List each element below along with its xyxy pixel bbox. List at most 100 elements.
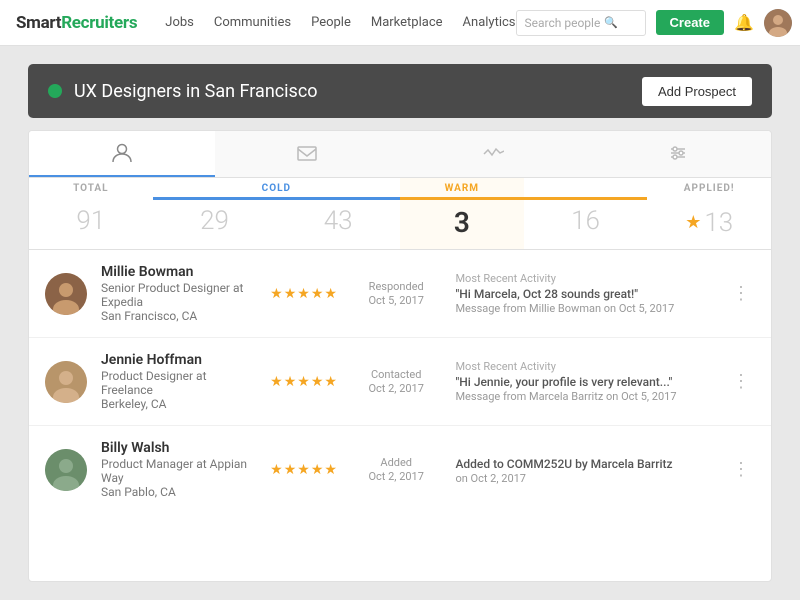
msg-quote: "Hi Marcela, Oct 28 sounds great!" — [455, 287, 714, 301]
notification-icon[interactable]: 🔔 — [734, 13, 754, 32]
star-2: ★ — [284, 286, 297, 302]
search-box[interactable]: Search people 🔍 — [516, 10, 646, 36]
logo-smart: Smart — [16, 13, 61, 33]
job-banner: UX Designers in San Francisco Add Prospe… — [28, 64, 772, 118]
applied-value: 13 — [704, 208, 733, 238]
job-title: UX Designers in San Francisco — [74, 81, 318, 102]
candidate-location: San Francisco, CA — [101, 309, 256, 323]
candidate-list: Millie Bowman Senior Product Designer at… — [29, 250, 771, 581]
candidates-panel: TOTAL COLD WARM APPLIED! 91 29 43 3 16 ★… — [28, 130, 772, 582]
candidate-activity: Added Oct 2, 2017 — [351, 456, 442, 483]
warm-label-active: WARM — [400, 178, 524, 200]
settings-icon — [667, 142, 689, 164]
nav-right: Search people 🔍 Create 🔔 ▼ — [516, 9, 800, 37]
tab-settings[interactable] — [586, 131, 772, 177]
candidate-title: Product Manager at Appian Way — [101, 457, 256, 485]
stats-labels: TOTAL COLD WARM APPLIED! — [29, 178, 771, 200]
msg-label: Most Recent Activity — [455, 272, 714, 285]
star-icon: ★ — [685, 212, 701, 233]
avatar — [45, 361, 87, 403]
candidate-info: Millie Bowman Senior Product Designer at… — [101, 264, 256, 323]
tab-activity[interactable] — [400, 131, 586, 177]
star-4: ★ — [311, 286, 324, 302]
stat-cold-2: 43 — [276, 200, 400, 249]
logo-recruiters: Recruiters — [61, 13, 137, 33]
msg-quote: "Hi Jennie, your profile is very relevan… — [455, 375, 714, 389]
avatar — [45, 449, 87, 491]
search-placeholder: Search people — [525, 16, 601, 30]
candidate-message: Added to COMM252U by Marcela Barritz on … — [455, 455, 714, 485]
star-1: ★ — [270, 286, 283, 302]
star-4: ★ — [311, 374, 324, 390]
candidate-message: Most Recent Activity "Hi Marcela, Oct 28… — [455, 272, 714, 315]
msg-source: Message from Marcela Barritz on Oct 5, 2… — [455, 390, 714, 403]
candidate-stars: ★ ★ ★ ★ ★ — [270, 286, 337, 302]
candidate-name: Millie Bowman — [101, 264, 256, 280]
stat-warm-other: 16 — [524, 200, 648, 249]
table-row: Millie Bowman Senior Product Designer at… — [29, 250, 771, 338]
create-button[interactable]: Create — [656, 10, 724, 35]
tabs-row — [29, 131, 771, 178]
star-3: ★ — [297, 374, 310, 390]
nav-analytics[interactable]: Analytics — [463, 15, 516, 30]
warm-extra — [524, 178, 648, 200]
table-row: Billy Walsh Product Manager at Appian Wa… — [29, 426, 771, 513]
candidate-info: Jennie Hoffman Product Designer at Freel… — [101, 352, 256, 411]
stats-section: TOTAL COLD WARM APPLIED! 91 29 43 3 16 ★… — [29, 178, 771, 250]
activity-date: Oct 5, 2017 — [351, 294, 442, 307]
msg-source: Message from Millie Bowman on Oct 5, 201… — [455, 302, 714, 315]
search-icon: 🔍 — [604, 16, 618, 29]
candidate-menu-button[interactable]: ⋮ — [728, 459, 755, 480]
star-5: ★ — [324, 374, 337, 390]
star-2: ★ — [284, 374, 297, 390]
nav-communities[interactable]: Communities — [214, 15, 291, 30]
star-1: ★ — [270, 374, 283, 390]
candidate-name: Billy Walsh — [101, 440, 256, 456]
status-dot — [48, 84, 62, 98]
nav-marketplace[interactable]: Marketplace — [371, 15, 443, 30]
nav-links: Jobs Communities People Marketplace Anal… — [165, 15, 515, 30]
total-label: TOTAL — [29, 178, 153, 200]
candidate-stars: ★ ★ ★ ★ ★ — [270, 462, 337, 478]
people-icon — [111, 142, 133, 164]
activity-date: Oct 2, 2017 — [351, 470, 442, 483]
star-3: ★ — [297, 462, 310, 478]
activity-status: Added — [351, 456, 442, 469]
main-content: UX Designers in San Francisco Add Prospe… — [0, 46, 800, 600]
candidate-location: San Pablo, CA — [101, 485, 256, 499]
banner-left: UX Designers in San Francisco — [48, 81, 318, 102]
activity-status: Responded — [351, 280, 442, 293]
star-3: ★ — [297, 286, 310, 302]
candidate-message: Most Recent Activity "Hi Jennie, your pr… — [455, 360, 714, 403]
logo: SmartRecruiters — [16, 13, 137, 33]
candidate-title: Senior Product Designer at Expedia — [101, 281, 256, 309]
msg-quote: Added to COMM252U by Marcela Barritz — [455, 457, 714, 471]
stat-total: 91 — [29, 200, 153, 249]
nav-jobs[interactable]: Jobs — [165, 15, 194, 30]
star-5: ★ — [324, 286, 337, 302]
candidate-menu-button[interactable]: ⋮ — [728, 283, 755, 304]
activity-date: Oct 2, 2017 — [351, 382, 442, 395]
activity-status: Contacted — [351, 368, 442, 381]
nav-people[interactable]: People — [311, 15, 351, 30]
star-4: ★ — [311, 462, 324, 478]
candidate-menu-button[interactable]: ⋮ — [728, 371, 755, 392]
activity-icon — [482, 142, 504, 164]
candidate-name: Jennie Hoffman — [101, 352, 256, 368]
candidate-title: Product Designer at Freelance — [101, 369, 256, 397]
cold-label: COLD — [153, 178, 400, 200]
user-avatar[interactable] — [764, 9, 792, 37]
msg-source: on Oct 2, 2017 — [455, 472, 714, 485]
stat-applied: ★ 13 — [647, 200, 771, 249]
tab-messages[interactable] — [215, 131, 401, 177]
avatar — [45, 273, 87, 315]
candidate-activity: Responded Oct 5, 2017 — [351, 280, 442, 307]
candidate-activity: Contacted Oct 2, 2017 — [351, 368, 442, 395]
stat-warm-active: 3 — [400, 200, 524, 249]
stat-cold-1: 29 — [153, 200, 277, 249]
add-prospect-button[interactable]: Add Prospect — [642, 77, 752, 106]
star-1: ★ — [270, 462, 283, 478]
tab-people[interactable] — [29, 131, 215, 177]
msg-label: Most Recent Activity — [455, 360, 714, 373]
star-2: ★ — [284, 462, 297, 478]
